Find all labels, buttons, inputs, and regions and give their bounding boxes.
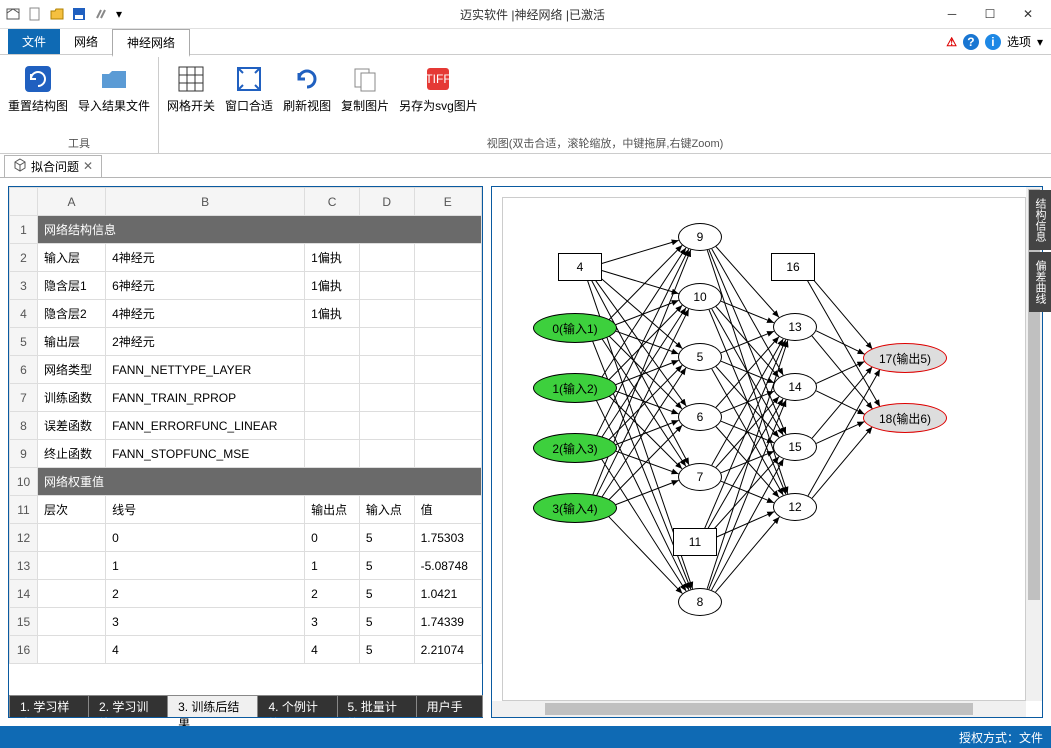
fit-icon bbox=[233, 63, 265, 95]
table-row[interactable]: 164452.21074 bbox=[10, 636, 482, 664]
bottom-tab-results[interactable]: 3. 训练后结果 bbox=[167, 695, 258, 717]
side-tab-structure[interactable]: 结构信息 bbox=[1029, 190, 1051, 250]
open-icon[interactable] bbox=[48, 5, 66, 23]
node-bias-16[interactable]: 16 bbox=[771, 253, 815, 281]
table-row[interactable]: 2输入层4神经元1偏执 bbox=[10, 244, 482, 272]
settings-icon[interactable] bbox=[92, 5, 110, 23]
ribbon-group-view-label: 视图(双击合适，滚轮缩放，中键拖屏,右键Zoom) bbox=[167, 133, 1043, 153]
node-bias-11[interactable]: 11 bbox=[673, 528, 717, 556]
node-hidden-8[interactable]: 8 bbox=[678, 588, 722, 616]
grid-icon bbox=[175, 63, 207, 95]
node-mid-14[interactable]: 14 bbox=[773, 373, 817, 401]
node-bias-4[interactable]: 4 bbox=[558, 253, 602, 281]
copy-icon bbox=[349, 63, 381, 95]
table-row[interactable]: 9终止函数FANN_STOPFUNC_MSE bbox=[10, 440, 482, 468]
document-tab-label: 拟合问题 bbox=[31, 158, 79, 175]
node-input-1[interactable]: 1(输入2) bbox=[533, 373, 617, 403]
menu-neural[interactable]: 神经网络 bbox=[112, 29, 190, 57]
table-row[interactable]: 7训练函数FANN_TRAIN_RPROP bbox=[10, 384, 482, 412]
node-hidden-5[interactable]: 5 bbox=[678, 343, 722, 371]
maximize-button[interactable]: ☐ bbox=[979, 5, 1001, 23]
node-mid-15[interactable]: 15 bbox=[773, 433, 817, 461]
data-grid[interactable]: A B C D E 1网络结构信息2输入层4神经元1偏执3 隐含层16神经元1偏… bbox=[9, 187, 482, 664]
refresh-icon bbox=[22, 63, 54, 95]
bottom-tab-batch[interactable]: 5. 批量计算 bbox=[337, 695, 417, 717]
cube-icon bbox=[13, 158, 27, 175]
copy-image-button[interactable]: 复制图片 bbox=[341, 63, 389, 114]
table-row[interactable]: 153351.74339 bbox=[10, 608, 482, 636]
info-icon[interactable]: i bbox=[985, 34, 1001, 50]
bottom-tab-single[interactable]: 4. 个例计算 bbox=[257, 695, 337, 717]
ribbon-group-tools-label: 工具 bbox=[8, 133, 150, 153]
reset-structure-button[interactable]: 重置结构图 bbox=[8, 63, 68, 114]
refresh-view-button[interactable]: 刷新视图 bbox=[283, 63, 331, 114]
bottom-tab-samples[interactable]: 1. 学习样本 bbox=[9, 695, 89, 717]
col-b[interactable]: B bbox=[106, 188, 305, 216]
menu-network[interactable]: 网络 bbox=[60, 29, 112, 54]
network-graph[interactable]: 4 16 11 0(输入1) 1(输入2) 2(输入3) 3(输入4) 9 10… bbox=[502, 197, 1026, 701]
col-d[interactable]: D bbox=[359, 188, 414, 216]
table-row[interactable]: 4 隐含层24神经元1偏执 bbox=[10, 300, 482, 328]
table-row[interactable]: 142251.0421 bbox=[10, 580, 482, 608]
grid-toggle-button[interactable]: 网格开关 bbox=[167, 63, 215, 114]
minimize-button[interactable]: ─ bbox=[941, 5, 963, 23]
node-hidden-10[interactable]: 10 bbox=[678, 283, 722, 311]
tiff-icon: TIFF bbox=[422, 63, 454, 95]
bottom-tab-manual[interactable]: 用户手册 bbox=[416, 695, 483, 717]
node-output-17[interactable]: 17(输出5) bbox=[863, 343, 947, 373]
col-a[interactable]: A bbox=[38, 188, 106, 216]
table-row[interactable]: 6网络类型FANN_NETTYPE_LAYER bbox=[10, 356, 482, 384]
table-row[interactable]: 1网络结构信息 bbox=[10, 216, 482, 244]
options-dropdown-icon[interactable]: ▾ bbox=[1037, 35, 1043, 49]
side-tab-error-curve[interactable]: 偏差曲线 bbox=[1029, 252, 1051, 312]
import-result-button[interactable]: 导入结果文件 bbox=[78, 63, 150, 114]
table-row[interactable]: 5输出层2神经元 bbox=[10, 328, 482, 356]
table-row[interactable]: 10网络权重值 bbox=[10, 468, 482, 496]
save-icon[interactable] bbox=[70, 5, 88, 23]
col-rownum[interactable] bbox=[10, 188, 38, 216]
scrollbar-horizontal[interactable] bbox=[492, 701, 1026, 717]
app-icon bbox=[4, 5, 22, 23]
table-row[interactable]: 13115-5.08748 bbox=[10, 552, 482, 580]
status-right: 授权方式：文件 bbox=[959, 729, 1043, 746]
new-icon[interactable] bbox=[26, 5, 44, 23]
reload-icon bbox=[291, 63, 323, 95]
table-row[interactable]: 11层次线号输出点输入点值 bbox=[10, 496, 482, 524]
col-c[interactable]: C bbox=[305, 188, 360, 216]
folder-icon bbox=[98, 63, 130, 95]
table-row[interactable]: 3 隐含层16神经元1偏执 bbox=[10, 272, 482, 300]
node-mid-13[interactable]: 13 bbox=[773, 313, 817, 341]
node-hidden-6[interactable]: 6 bbox=[678, 403, 722, 431]
fit-window-button[interactable]: 窗口合适 bbox=[225, 63, 273, 114]
document-tab[interactable]: 拟合问题 ✕ bbox=[4, 155, 102, 177]
node-hidden-9[interactable]: 9 bbox=[678, 223, 722, 251]
table-row[interactable]: 8误差函数FANN_ERRORFUNC_LINEAR bbox=[10, 412, 482, 440]
warning-icon: ⚠ bbox=[946, 35, 957, 49]
node-input-0[interactable]: 0(输入1) bbox=[533, 313, 617, 343]
tab-close-icon[interactable]: ✕ bbox=[83, 159, 93, 173]
help-icon[interactable]: ? bbox=[963, 34, 979, 50]
menu-file[interactable]: 文件 bbox=[8, 29, 60, 54]
window-title: 迈实软件 |神经网络 |已激活 bbox=[124, 6, 941, 23]
node-input-3[interactable]: 3(输入4) bbox=[533, 493, 617, 523]
svg-text:TIFF: TIFF bbox=[426, 72, 451, 86]
node-hidden-7[interactable]: 7 bbox=[678, 463, 722, 491]
options-link[interactable]: 选项 bbox=[1007, 33, 1031, 50]
bottom-tab-training[interactable]: 2. 学习训练 bbox=[88, 695, 168, 717]
node-input-2[interactable]: 2(输入3) bbox=[533, 433, 617, 463]
close-button[interactable]: ✕ bbox=[1017, 5, 1039, 23]
table-row[interactable]: 120051.75303 bbox=[10, 524, 482, 552]
qat-dropdown-icon[interactable]: ▾ bbox=[114, 5, 124, 23]
node-output-18[interactable]: 18(输出6) bbox=[863, 403, 947, 433]
node-mid-12[interactable]: 12 bbox=[773, 493, 817, 521]
col-e[interactable]: E bbox=[414, 188, 481, 216]
save-svg-button[interactable]: TIFF 另存为svg图片 bbox=[399, 63, 478, 114]
